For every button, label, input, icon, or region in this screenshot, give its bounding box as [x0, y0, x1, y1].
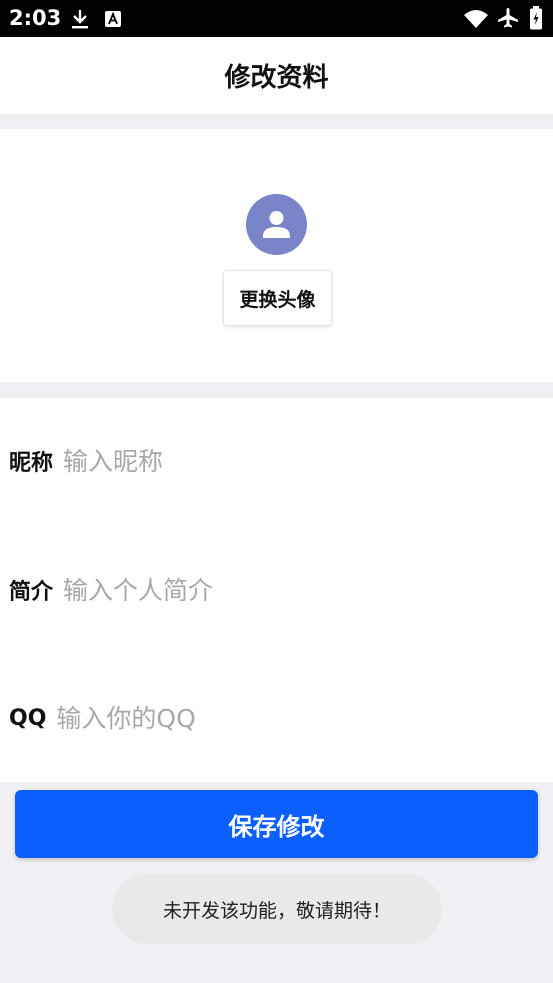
change-avatar-button[interactable]: 更换头像 [223, 270, 332, 326]
airplane-icon [497, 7, 519, 33]
person-icon [263, 211, 290, 238]
qq-input[interactable] [56, 703, 477, 733]
bio-row: 简介 [0, 560, 553, 620]
save-button[interactable]: 保存修改 [15, 790, 538, 858]
nickname-row: 昵称 [0, 431, 553, 491]
bio-label: 简介 [9, 580, 54, 605]
status-time: 2:03 [9, 6, 62, 30]
qq-row: QQ [0, 688, 553, 748]
avatar-section: 更换头像 [0, 129, 553, 382]
nickname-input[interactable] [63, 446, 484, 476]
toast-message: 未开发该功能，敬请期待！ [112, 874, 442, 944]
profile-form: 昵称 简介 QQ [0, 398, 553, 782]
status-bar: 2:03 [0, 0, 553, 37]
text-a-icon [104, 10, 122, 32]
battery-icon [529, 6, 543, 34]
page-title: 修改资料 [224, 63, 329, 93]
nickname-label: 昵称 [9, 451, 54, 476]
bio-input[interactable] [63, 575, 484, 605]
qq-label: QQ [9, 705, 47, 731]
avatar[interactable] [246, 194, 307, 255]
wifi-icon [463, 9, 489, 33]
download-icon [70, 8, 90, 34]
app-header: 修改资料 [0, 37, 553, 114]
